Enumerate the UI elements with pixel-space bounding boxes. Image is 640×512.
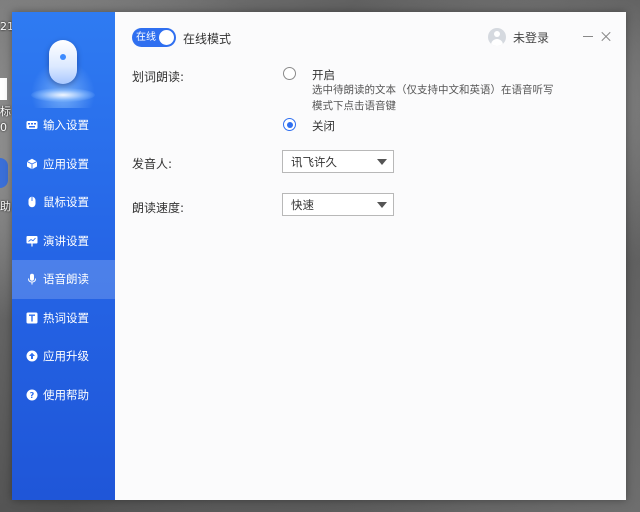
upgrade-icon bbox=[26, 350, 38, 362]
sidebar-item-label: 输入设置 bbox=[43, 118, 89, 133]
speed-select-value: 快速 bbox=[291, 198, 314, 212]
keyboard-icon bbox=[26, 119, 38, 131]
settings-window: 输入设置 应用设置 鼠标设置 演讲设置 语音朗读 热词设置 应用升级 ? 使用帮… bbox=[12, 12, 626, 500]
microphone-icon bbox=[26, 273, 38, 285]
reading-on-radio[interactable] bbox=[283, 67, 296, 80]
toggle-knob bbox=[159, 30, 174, 45]
sidebar-item-label: 应用升级 bbox=[43, 349, 89, 364]
sidebar-item-label: 热词设置 bbox=[43, 310, 89, 325]
desktop-text-fragment: 标 bbox=[0, 105, 11, 118]
main-content: 在线 在线模式 未登录 划词朗读: 开启 选中待朗读的文本（仅支持中文和英语）在… bbox=[115, 12, 626, 500]
sidebar-nav: 输入设置 应用设置 鼠标设置 演讲设置 语音朗读 热词设置 应用升级 ? 使用帮… bbox=[12, 106, 115, 414]
minimize-icon[interactable] bbox=[582, 30, 594, 42]
app-logo bbox=[25, 30, 101, 112]
sidebar-item-input-settings[interactable]: 输入设置 bbox=[12, 106, 115, 145]
speaker-select[interactable]: 讯飞许久 bbox=[282, 150, 394, 173]
speed-select[interactable]: 快速 bbox=[282, 193, 394, 216]
sidebar-item-voice-reading[interactable]: 语音朗读 bbox=[12, 260, 115, 299]
sidebar-item-app-settings[interactable]: 应用设置 bbox=[12, 145, 115, 184]
microphone-logo-icon bbox=[49, 40, 77, 84]
speaker-select-value: 讯飞许久 bbox=[291, 155, 337, 169]
presentation-icon bbox=[26, 235, 38, 247]
desktop-icon[interactable] bbox=[0, 78, 7, 100]
sidebar-item-label: 语音朗读 bbox=[43, 272, 89, 287]
svg-text:?: ? bbox=[30, 391, 35, 400]
desktop-icon[interactable] bbox=[0, 158, 8, 188]
mouse-icon bbox=[26, 196, 38, 208]
speed-label: 朗读速度: bbox=[132, 201, 185, 215]
login-status-label: 未登录 bbox=[513, 30, 550, 45]
sidebar-item-label: 演讲设置 bbox=[43, 233, 89, 248]
sidebar-item-label: 应用设置 bbox=[43, 156, 89, 171]
sidebar-item-help[interactable]: ? 使用帮助 bbox=[12, 376, 115, 415]
chevron-down-icon bbox=[377, 202, 387, 208]
sidebar-item-speech-settings[interactable]: 演讲设置 bbox=[12, 222, 115, 261]
help-icon: ? bbox=[26, 389, 38, 401]
cube-icon bbox=[26, 158, 38, 170]
reading-off-label: 关闭 bbox=[312, 119, 335, 133]
reading-off-radio[interactable] bbox=[283, 118, 296, 131]
login-button[interactable]: 未登录 bbox=[488, 28, 549, 46]
sidebar-item-hotword-settings[interactable]: 热词设置 bbox=[12, 299, 115, 338]
sidebar-item-label: 使用帮助 bbox=[43, 387, 89, 402]
mode-label: 在线模式 bbox=[183, 32, 232, 46]
word-reading-label: 划词朗读: bbox=[132, 70, 185, 84]
desktop-text-fragment: 助 bbox=[0, 200, 11, 213]
chevron-down-icon bbox=[377, 159, 387, 165]
reading-on-description: 选中待朗读的文本（仅支持中文和英语）在语音听写模式下点击语音键 bbox=[312, 84, 554, 112]
sidebar-item-mouse-settings[interactable]: 鼠标设置 bbox=[12, 183, 115, 222]
desktop-text-fragment: 0 bbox=[0, 121, 7, 134]
sidebar: 输入设置 应用设置 鼠标设置 演讲设置 语音朗读 热词设置 应用升级 ? 使用帮… bbox=[12, 12, 115, 500]
sidebar-item-app-upgrade[interactable]: 应用升级 bbox=[12, 337, 115, 376]
toggle-label: 在线 bbox=[136, 32, 156, 43]
reading-on-label: 开启 bbox=[312, 68, 335, 82]
text-icon bbox=[26, 312, 38, 324]
online-mode-toggle[interactable]: 在线 bbox=[132, 28, 176, 47]
sidebar-item-label: 鼠标设置 bbox=[43, 195, 89, 210]
close-icon[interactable] bbox=[600, 30, 612, 42]
speaker-label: 发音人: bbox=[132, 157, 173, 171]
avatar-icon bbox=[488, 28, 506, 46]
